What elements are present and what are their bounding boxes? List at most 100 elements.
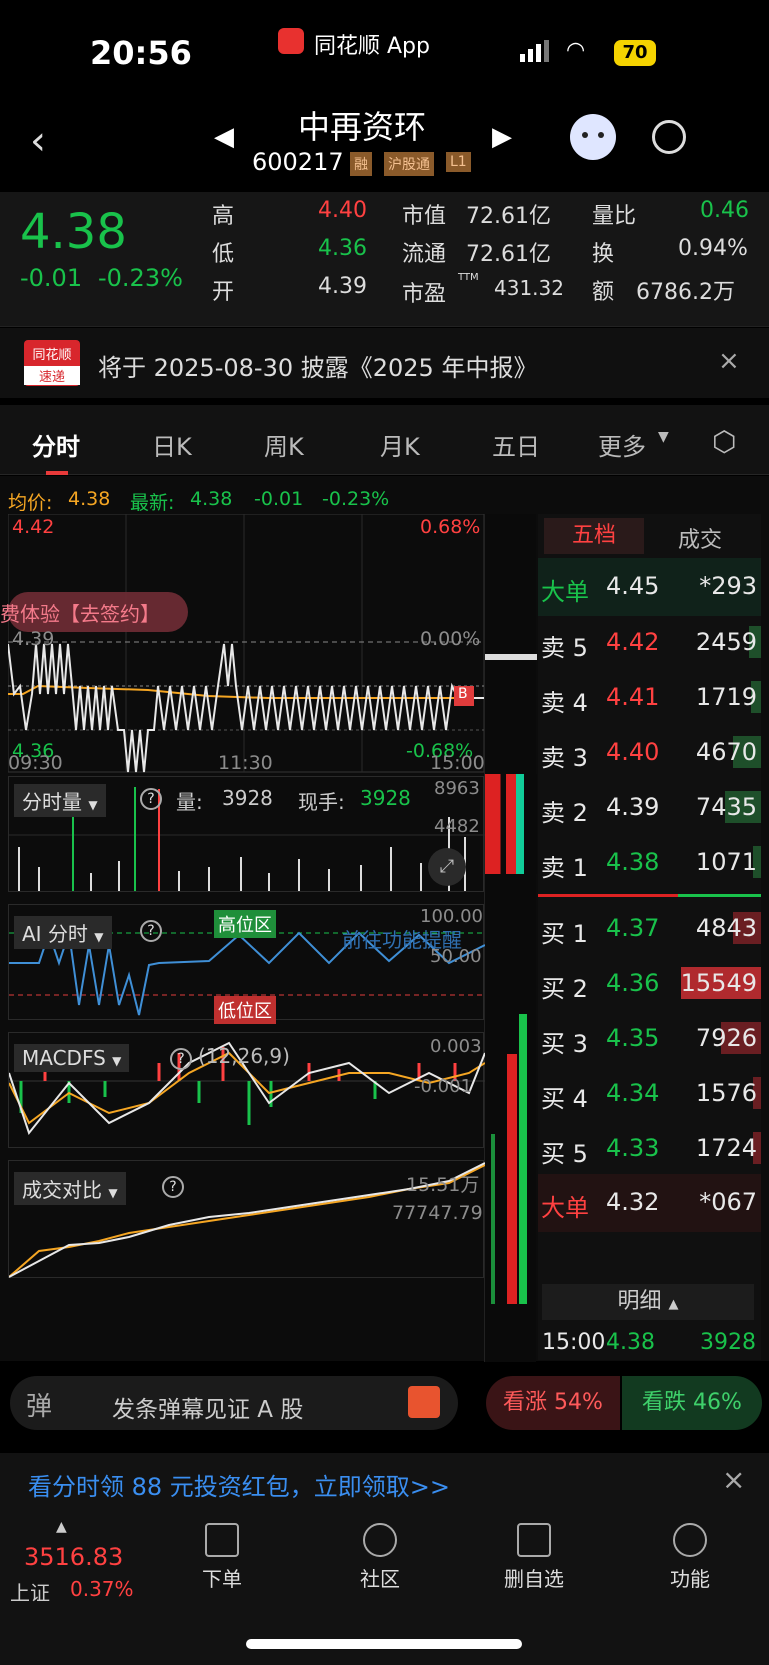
volume-label: 量: (176, 790, 203, 814)
ai-indicator-select[interactable]: AI 分时 ▼ (14, 916, 112, 949)
tab-more[interactable]: 更多 (598, 427, 646, 462)
volume-title: 分时量 (22, 790, 82, 814)
latest-value: 4.38 (190, 488, 233, 510)
tab-five-day[interactable]: 五日 (492, 427, 540, 462)
buy-3-label: 买 3 (541, 1030, 588, 1058)
fullscreen-icon[interactable]: ⤢ (428, 848, 466, 886)
ai-title: AI 分时 (22, 922, 88, 946)
turnover-label: 换 (592, 242, 615, 267)
help-icon[interactable]: ? (162, 1176, 184, 1198)
latest-change: -0.01 (254, 488, 304, 510)
nav-functions[interactable]: 功能 (650, 1523, 730, 1592)
vol-ratio-value: 0.46 (700, 198, 749, 223)
gift-icon[interactable] (408, 1386, 440, 1418)
sell-5-price: 4.42 (606, 628, 660, 656)
index-name: 上证 (10, 1581, 50, 1605)
sell-1-label: 卖 1 (541, 854, 588, 882)
index-value[interactable]: 3516.83 (24, 1543, 123, 1571)
detail-toggle[interactable]: 明细 ▲ (542, 1284, 754, 1320)
price-chart[interactable] (8, 514, 484, 774)
close-icon[interactable]: × (722, 1463, 745, 1496)
back-icon[interactable]: ‹ (30, 118, 46, 164)
sell-4-row: 卖 4 4.41 1719 (538, 669, 761, 727)
pe-label: 市盈 (402, 282, 447, 307)
sell-1-vol: 1071 (695, 848, 757, 876)
bid-ask-ratio-green (678, 894, 761, 897)
last-trade-time: 15:00 (542, 1330, 606, 1355)
last-trade-price: 4.38 (606, 1330, 655, 1355)
time-mid: 11:30 (218, 752, 273, 774)
tab-trades[interactable]: 成交 (678, 522, 722, 554)
home-indicator (246, 1639, 522, 1649)
nav-remove-watchlist[interactable]: 删自选 (494, 1523, 574, 1592)
danmu-input[interactable]: 弹 发条弹幕见证 A 股 (10, 1376, 458, 1430)
big-order-label: 大单 (541, 1194, 589, 1222)
latest-change-pct: -0.23% (322, 488, 390, 510)
bullish-button[interactable]: 看涨 54% (486, 1376, 620, 1430)
price-change: -0.01 (20, 264, 83, 292)
help-icon[interactable]: ? (170, 1048, 192, 1070)
order-book: 五档 成交 大单 4.45 *293 卖 5 4.42 2459 卖 4 4.41 17… (538, 514, 761, 1360)
wifi-icon: ◠ (566, 38, 586, 63)
buy-4-label: 买 4 (541, 1085, 588, 1113)
robot-assistant-icon[interactable] (570, 114, 616, 160)
tab-five-levels[interactable]: 五档 (544, 518, 644, 554)
buy-1-row: 买 1 4.37 4843 (538, 900, 761, 958)
danmu-placeholder: 发条弹幕见证 A 股 (112, 1397, 304, 1423)
tab-intraday[interactable]: 分时 (32, 427, 80, 462)
sell-2-label: 卖 2 (541, 799, 588, 827)
nav-order[interactable]: 下单 (182, 1523, 262, 1592)
buy-2-label: 买 2 (541, 975, 588, 1003)
help-icon[interactable]: ? (140, 920, 162, 942)
sell-3-vol: 4670 (695, 738, 757, 766)
sign-promo-overlay[interactable]: 费体验【去签约】 (0, 598, 160, 627)
tab-daily-k[interactable]: 日K (152, 427, 192, 462)
latest-label: 最新: (130, 492, 175, 514)
nav-remove-label: 删自选 (504, 1567, 564, 1591)
search-icon[interactable] (652, 120, 686, 154)
sell-1-row: 卖 1 4.38 1071 (538, 834, 761, 892)
float-value: 72.61亿 (466, 242, 551, 267)
notice-bar[interactable]: 同花顺 速递 将于 2025-08-30 披露《2025 年中报》 × (0, 328, 769, 398)
big-order-bottom-row: 大单 4.32 *067 (538, 1174, 761, 1232)
promo-banner[interactable]: 看分时领 88 元投资红包，立即领取>> × (0, 1453, 769, 1513)
settings-hex-icon[interactable]: ⬡ (712, 425, 736, 458)
buy-3-vol: 7926 (695, 1024, 757, 1052)
dropdown-icon: ▼ (94, 930, 104, 944)
danmu-icon: 弹 (26, 1392, 53, 1422)
bearish-button[interactable]: 看跌 46% (622, 1376, 762, 1430)
nav-community[interactable]: 社区 (340, 1523, 420, 1592)
high-zone-label: 高位区 (214, 910, 276, 938)
prev-stock-icon[interactable]: ◀ (214, 122, 234, 152)
macd-indicator-select[interactable]: MACDFS ▼ (14, 1044, 130, 1072)
low-label: 低 (212, 242, 235, 267)
sell-5-vol: 2459 (695, 628, 757, 656)
compare-indicator-select[interactable]: 成交对比 ▼ (14, 1172, 126, 1205)
tab-monthly-k[interactable]: 月K (380, 427, 420, 462)
quote-panel: 4.38 -0.01 -0.23% 高 4.40 低 4.36 开 4.39 市… (0, 192, 769, 327)
help-icon[interactable]: ? (140, 788, 162, 810)
next-stock-icon[interactable]: ▶ (492, 122, 512, 152)
y-max: 4.42 (12, 516, 55, 538)
index-pct: 0.37% (70, 1577, 134, 1601)
last-price: 4.38 (20, 204, 127, 260)
buy-5-price: 4.33 (606, 1134, 660, 1162)
close-icon[interactable]: × (718, 346, 740, 376)
sell-3-price: 4.40 (606, 738, 660, 766)
y-mid: 4.39 (12, 628, 55, 650)
minus-box-icon (517, 1523, 551, 1557)
buy-5-label: 买 5 (541, 1140, 588, 1168)
buy-1-vol: 4843 (695, 914, 757, 942)
sell-4-label: 卖 4 (541, 689, 588, 717)
compare-title: 成交对比 (22, 1178, 102, 1202)
tab-weekly-k[interactable]: 周K (264, 427, 304, 462)
flash-logo-icon: 同花顺 速递 (24, 340, 80, 386)
time-end: 15:00 (430, 752, 485, 774)
dropdown-icon: ▼ (88, 798, 98, 812)
dropdown-icon: ▼ (658, 429, 669, 445)
pct-max: 0.68% (420, 516, 481, 538)
volume-indicator-select[interactable]: 分时量 ▼ (14, 784, 106, 817)
open-value: 4.39 (318, 274, 367, 299)
app-name: 同花顺 App (314, 34, 430, 59)
promo-text: 看分时领 88 元投资红包，立即领取>> (28, 1473, 451, 1501)
